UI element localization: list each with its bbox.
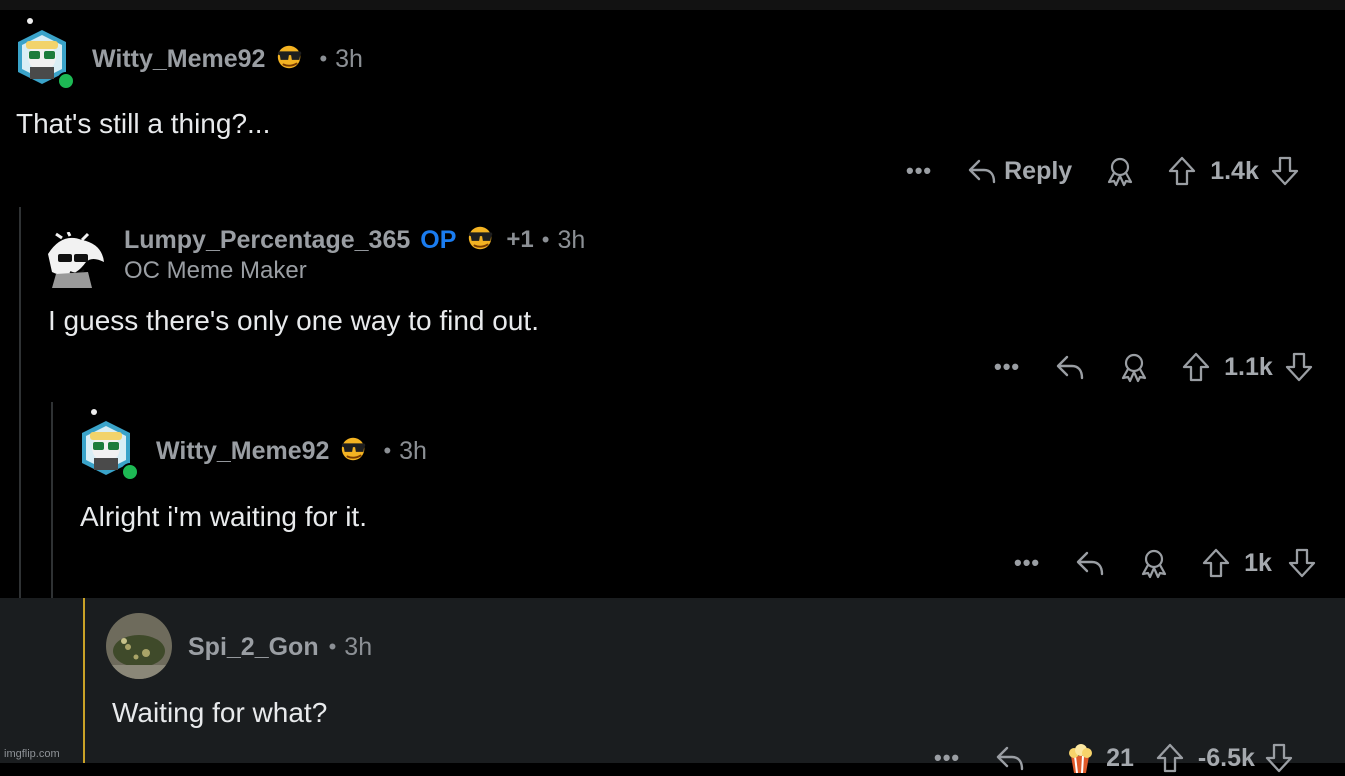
comment-actions: ••• 21 -6.5k: [934, 740, 1295, 776]
reply-arrow-icon[interactable]: [966, 155, 998, 187]
reply-button[interactable]: Reply: [1004, 157, 1072, 186]
vote-score: -6.5k: [1197, 743, 1255, 772]
username[interactable]: Spi_2_Gon: [188, 633, 319, 662]
snoo-avatar-icon: [82, 409, 139, 481]
meme-avatar-icon: [48, 231, 104, 288]
reply-arrow-icon[interactable]: [1054, 351, 1086, 383]
comment-meta: Lumpy_Percentage_365 OP +1 • 3h: [124, 224, 585, 256]
more-options-icon[interactable]: •••: [1014, 550, 1040, 576]
comment-meta: Spi_2_Gon • 3h: [188, 631, 372, 663]
popcorn-award-icon[interactable]: [1064, 742, 1096, 774]
upvote-icon[interactable]: [1154, 742, 1186, 774]
upvote-icon[interactable]: [1180, 351, 1212, 383]
watermark: imgflip.com: [4, 748, 60, 760]
comment-body: I guess there's only one way to find out…: [48, 305, 539, 336]
more-options-icon[interactable]: •••: [994, 354, 1020, 380]
top-edge: [0, 0, 1345, 10]
vote-score: 1k: [1244, 548, 1272, 577]
vote-score: 1.4k: [1210, 156, 1259, 185]
separator-dot: •: [541, 227, 550, 252]
online-dot-icon: [121, 463, 139, 481]
separator-dot: •: [328, 634, 337, 659]
award-icon[interactable]: [1118, 351, 1150, 383]
online-dot-icon: [57, 72, 75, 90]
avatar[interactable]: [76, 408, 140, 482]
timestamp[interactable]: 3h: [335, 45, 363, 74]
avatar[interactable]: [106, 613, 172, 679]
comment-body: Alright i'm waiting for it.: [80, 501, 367, 532]
comment-actions: ••• 1k: [1014, 545, 1318, 581]
downvote-icon[interactable]: [1286, 547, 1318, 579]
username[interactable]: Lumpy_Percentage_365: [124, 226, 410, 255]
highlighted-comment-bar: [83, 598, 85, 763]
more-options-icon[interactable]: •••: [934, 745, 960, 771]
downvote-icon[interactable]: [1269, 155, 1301, 187]
avatar[interactable]: [12, 17, 76, 91]
comment-actions: ••• 1.1k: [994, 349, 1315, 385]
upvote-icon[interactable]: [1200, 547, 1232, 579]
downvote-icon[interactable]: [1263, 742, 1295, 774]
comment-body: That's still a thing?...: [16, 108, 271, 139]
reply-arrow-icon[interactable]: [1074, 547, 1106, 579]
sunglasses-emoji-icon: [275, 42, 305, 77]
award-icon[interactable]: [1104, 155, 1136, 187]
snoo-avatar-icon: [18, 18, 75, 90]
award-count: 21: [1106, 743, 1134, 772]
op-badge: OP: [420, 225, 457, 254]
timestamp[interactable]: 3h: [557, 226, 585, 255]
separator-dot: •: [383, 438, 392, 463]
comment-actions: ••• Reply 1.4k: [906, 153, 1301, 189]
reply-arrow-icon[interactable]: [994, 742, 1026, 774]
comment-meta: Witty_Meme92 • 3h: [92, 43, 363, 75]
user-flair: OC Meme Maker: [124, 257, 307, 284]
timestamp[interactable]: 3h: [399, 437, 427, 466]
comment-body: Waiting for what?: [112, 697, 328, 728]
comment-meta: Witty_Meme92 • 3h: [156, 435, 427, 467]
separator-dot: •: [319, 46, 328, 71]
sunglasses-emoji-icon: [339, 434, 369, 469]
username[interactable]: Witty_Meme92: [156, 437, 329, 466]
highlighted-comment-background: [0, 598, 1345, 763]
upvote-icon[interactable]: [1166, 155, 1198, 187]
more-options-icon[interactable]: •••: [906, 158, 932, 184]
sunglasses-emoji-icon: [466, 223, 496, 258]
toad-avatar-icon: [106, 613, 172, 679]
downvote-icon[interactable]: [1283, 351, 1315, 383]
vote-score: 1.1k: [1224, 352, 1273, 381]
timestamp[interactable]: 3h: [344, 633, 372, 662]
flair-plus-count[interactable]: +1: [506, 226, 533, 254]
username[interactable]: Witty_Meme92: [92, 45, 265, 74]
avatar[interactable]: [42, 231, 108, 288]
award-icon[interactable]: [1138, 547, 1170, 579]
